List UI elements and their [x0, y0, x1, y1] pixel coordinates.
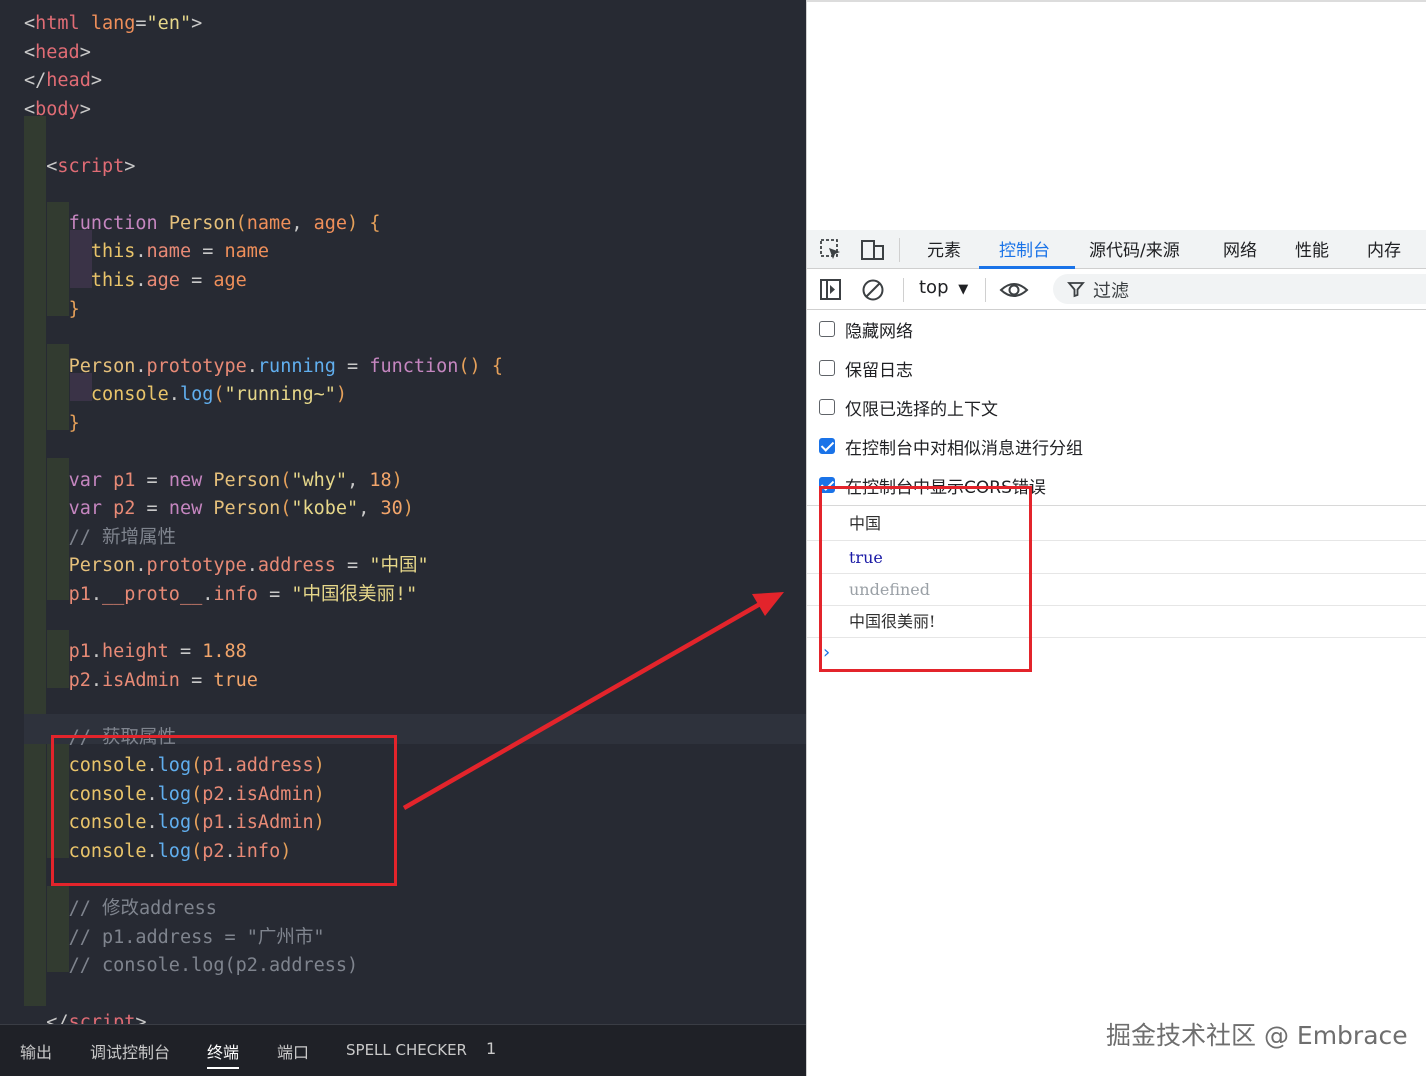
screenshot: <html lang="en"> <head> </head> <body> <scr… [0, 0, 1426, 1076]
annotation-arrow [402, 592, 784, 810]
